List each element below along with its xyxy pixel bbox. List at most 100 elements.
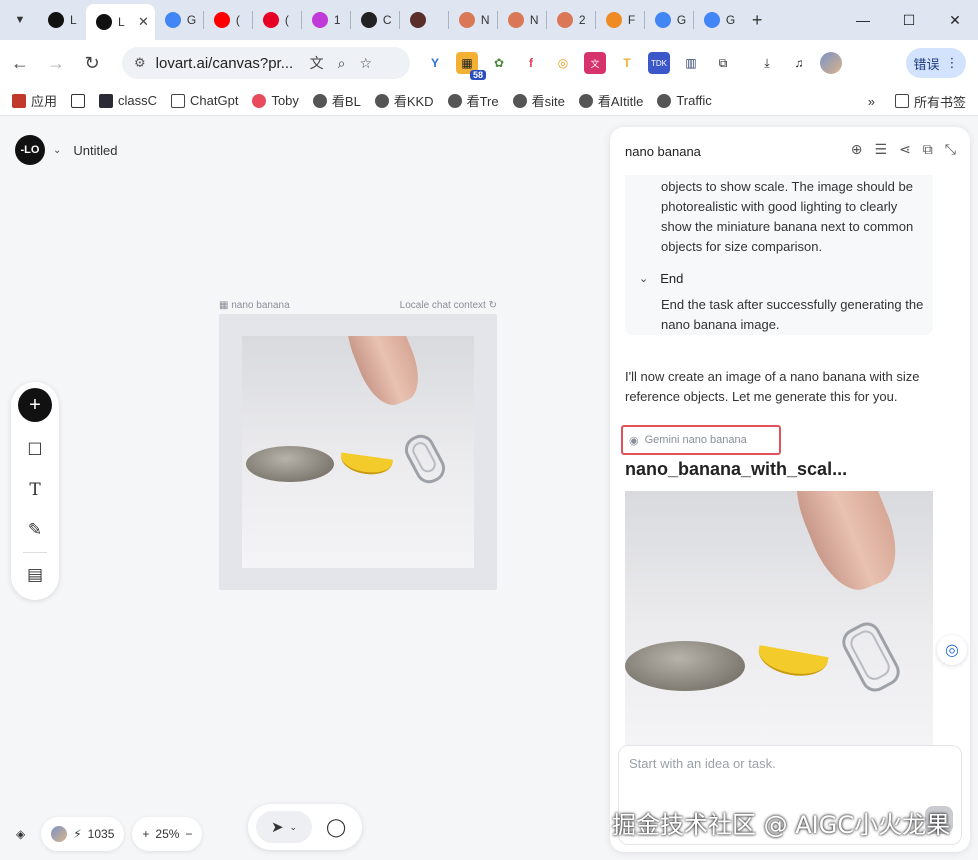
chat-generated-image[interactable] xyxy=(625,491,933,745)
t-extension-icon[interactable]: T xyxy=(616,52,638,74)
chat-messages[interactable]: objects to show scale. The image should … xyxy=(610,175,970,745)
bookmark-label: 看AItitle xyxy=(597,94,644,109)
tab-12[interactable]: Gr xyxy=(645,4,693,36)
bookmark-item-5[interactable]: 看Tre xyxy=(447,91,499,110)
layers-button[interactable]: ◈ xyxy=(8,817,33,851)
finger-shape xyxy=(335,336,429,413)
zoom-level[interactable]: 25% xyxy=(155,827,179,841)
minimize-icon[interactable]: — xyxy=(840,0,886,40)
bookmark-label: Toby xyxy=(271,93,299,108)
bookmarks-overflow-icon[interactable]: » xyxy=(868,94,875,109)
tab-6[interactable]: C xyxy=(351,4,399,36)
locale-chat-context-button[interactable]: Locale chat context ↻ xyxy=(400,300,497,314)
tab-search-chevron-icon[interactable]: ▼ xyxy=(6,6,34,34)
bookmark-item-1[interactable]: ChatGpt xyxy=(171,93,238,108)
library-extension-icon[interactable]: ▥ xyxy=(680,52,702,74)
chevron-down-icon: ⌄ xyxy=(289,821,298,832)
bookmark-apps[interactable]: 应用 xyxy=(12,91,57,110)
reload-icon[interactable]: ↻ xyxy=(76,47,108,79)
new-chat-icon[interactable]: ⊕ xyxy=(851,141,863,158)
bookmark-item-3[interactable]: 看BL xyxy=(312,91,361,110)
tab-1[interactable]: L ✕ xyxy=(86,4,155,40)
tab-11[interactable]: F xyxy=(596,4,644,36)
bookmark-item-7[interactable]: 看AItitle xyxy=(578,91,644,110)
export-icon[interactable]: ⧉ xyxy=(923,141,933,158)
zoom-icon[interactable]: ⌕ xyxy=(338,55,346,72)
add-icon[interactable]: + xyxy=(18,388,52,422)
layout-tool-icon[interactable]: ▤ xyxy=(23,563,47,587)
tab-title: L xyxy=(70,13,77,27)
profile-error-button[interactable]: 错误 ⋮ xyxy=(906,48,966,78)
tool-divider xyxy=(23,552,47,553)
google-icon xyxy=(703,12,720,28)
pink-extension-icon[interactable]: 文 xyxy=(584,52,606,74)
project-name[interactable]: Untitled xyxy=(73,143,117,158)
tab-2[interactable]: Gr xyxy=(155,4,203,36)
tab-title: N xyxy=(529,13,539,27)
close-window-icon[interactable]: ✕ xyxy=(932,0,978,40)
globe-icon xyxy=(512,93,527,108)
generated-image[interactable] xyxy=(242,336,474,568)
puzzle-extension-icon[interactable]: ✿ xyxy=(488,52,510,74)
compass-extension-icon[interactable]: ◎ xyxy=(552,52,574,74)
tab-10[interactable]: 2 xyxy=(547,4,595,36)
chevron-down-icon[interactable]: ⌄ xyxy=(53,145,61,156)
lovart-icon xyxy=(48,12,64,28)
site-info-icon[interactable]: ⚙ xyxy=(134,55,146,71)
generated-file-title[interactable]: nano_banana_with_scal... xyxy=(625,459,945,480)
extensions-puzzle-icon[interactable]: ⧉ xyxy=(712,52,734,74)
all-bookmarks-button[interactable]: 所有书签 xyxy=(894,92,966,111)
tool-call-tag[interactable]: ◉ Gemini nano banana xyxy=(621,425,781,455)
share-icon[interactable]: ⋖ xyxy=(899,141,911,158)
tab-3[interactable]: ( xyxy=(204,4,252,36)
step-end[interactable]: ⌄ End xyxy=(639,271,683,286)
tdk-extension-icon[interactable]: TDK xyxy=(648,52,670,74)
chat-input[interactable] xyxy=(629,756,949,771)
url-text[interactable]: lovart.ai/canvas?pr... xyxy=(156,55,296,72)
v-extension-icon[interactable]: Y xyxy=(424,52,446,74)
download-icon[interactable]: ⤓ xyxy=(756,52,778,74)
credits-pill[interactable]: ⚡ 1035 xyxy=(41,817,125,851)
zoom-in-icon[interactable]: + xyxy=(142,827,149,841)
bookmark-tab-groups-icon[interactable] xyxy=(71,93,86,108)
bookmark-item-0[interactable]: classC xyxy=(99,93,157,108)
address-bar[interactable]: ⚙ lovart.ai/canvas?pr... 文 ⌕ ☆ xyxy=(122,47,410,79)
design-canvas[interactable]: -LO ⌄ Untitled ▦ nano banana Locale chat… xyxy=(0,117,978,860)
bookmark-item-4[interactable]: 看KKD xyxy=(374,91,434,110)
tab-5[interactable]: 1 xyxy=(302,4,350,36)
bookmark-item-2[interactable]: Toby xyxy=(252,93,299,108)
bookmark-item-8[interactable]: Traffic xyxy=(657,93,712,108)
forward-icon[interactable]: → xyxy=(40,47,72,79)
assistant-float-icon[interactable]: ◎ xyxy=(937,635,967,665)
chat-bubble-icon[interactable]: ◯ xyxy=(326,817,346,838)
lovart-logo[interactable]: -LO xyxy=(15,135,45,165)
select-mode-button[interactable]: ➤ ⌄ xyxy=(256,811,312,843)
pencil-tool-icon[interactable]: ✎ xyxy=(23,518,47,542)
google-icon xyxy=(164,12,181,28)
image-icon xyxy=(409,12,426,28)
tab-7[interactable] xyxy=(400,4,448,36)
new-tab-button[interactable]: + xyxy=(752,10,763,31)
task-steps: objects to show scale. The image should … xyxy=(625,175,933,335)
tab-13[interactable]: Gr xyxy=(694,4,742,36)
tab-9[interactable]: N xyxy=(498,4,546,36)
profile-avatar[interactable] xyxy=(820,52,842,74)
back-icon[interactable]: ← xyxy=(4,47,36,79)
calendar-extension-icon[interactable]: ▦ 58 xyxy=(456,52,486,80)
bookmark-item-6[interactable]: 看site xyxy=(512,91,565,110)
history-icon[interactable]: ☰ xyxy=(875,141,888,158)
text-tool-icon[interactable]: T xyxy=(23,478,47,502)
bookmark-star-icon[interactable]: ☆ xyxy=(360,55,373,72)
maximize-icon[interactable]: ☐ xyxy=(886,0,932,40)
close-tab-icon[interactable]: ✕ xyxy=(138,14,149,30)
media-control-icon[interactable]: ♫ xyxy=(788,52,810,74)
red-extension-icon[interactable]: f xyxy=(520,52,542,74)
image-frame[interactable]: ▦ nano banana Locale chat context ↻ xyxy=(219,300,497,592)
collapse-icon[interactable]: ⤡ xyxy=(945,141,956,158)
rectangle-tool-icon[interactable]: ☐ xyxy=(23,438,47,462)
zoom-out-icon[interactable]: − xyxy=(185,827,192,841)
tab-4[interactable]: ( xyxy=(253,4,301,36)
tab-0[interactable]: L xyxy=(38,4,86,36)
translate-icon[interactable]: 文 xyxy=(310,53,324,73)
tab-8[interactable]: N xyxy=(449,4,497,36)
